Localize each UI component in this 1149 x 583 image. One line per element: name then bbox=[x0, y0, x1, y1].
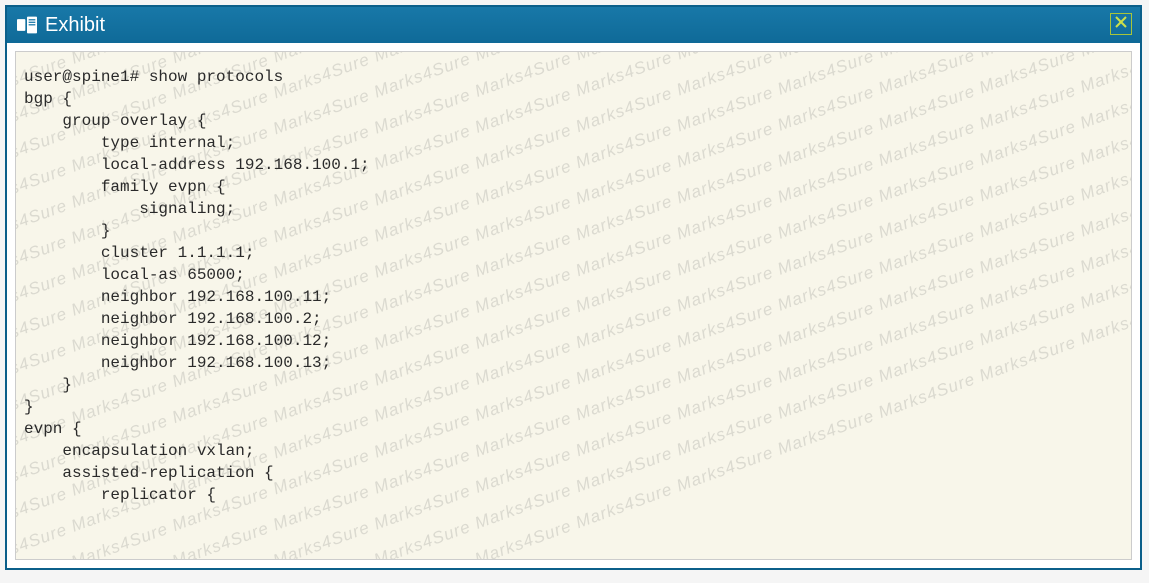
close-icon bbox=[1115, 16, 1127, 28]
terminal-output: user@spine1# show protocols bgp { group … bbox=[24, 66, 1123, 506]
window-title: Exhibit bbox=[45, 14, 105, 37]
exhibit-window: Exhibit Marks4Sure Marks4Sure Marks4Sure… bbox=[5, 5, 1142, 570]
titlebar: Exhibit bbox=[7, 7, 1140, 43]
exhibit-icon bbox=[17, 16, 37, 34]
close-button[interactable] bbox=[1110, 13, 1132, 35]
exhibit-content[interactable]: Marks4Sure Marks4Sure Marks4Sure Marks4S… bbox=[15, 51, 1132, 560]
content-wrapper: Marks4Sure Marks4Sure Marks4Sure Marks4S… bbox=[7, 43, 1140, 568]
